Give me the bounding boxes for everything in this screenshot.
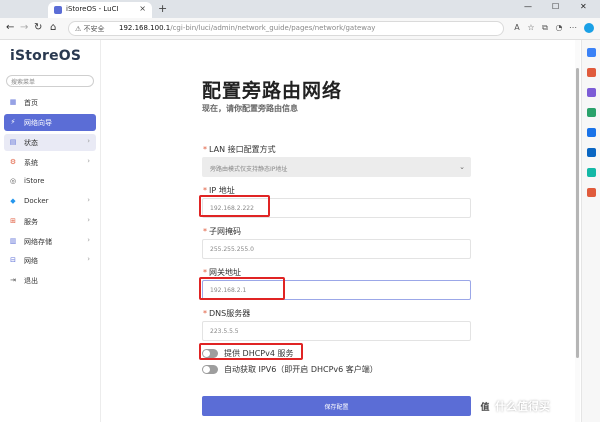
sidebar-item-label: 状态 [24,139,38,147]
sidebar: iStoreOS 搜索菜单 ▦ 首页 ⚡ 网络向导 ▤ 状态 › ⚙ 系统 › ◎ iStore ◆ Do… [0,40,101,422]
browser-toolbar: ← → ↻ ⌂ ⚠ 不安全 192.168.100.1/cgi-bin/luci… [0,18,600,40]
ipv6-toggle-label: 自动获取 IPV6（即开启 DHCPv6 客户端） [224,365,378,374]
drop-icon[interactable] [587,168,596,177]
sidebar-item-label: 退出 [24,277,38,285]
page-subtitle: 现在，请你配置旁路由信息 [202,104,298,113]
sidebar-item-label: 服务 [24,218,38,226]
sidebar-item[interactable]: ▦ 首页 [4,94,96,111]
favorites-icon[interactable]: ☆ [526,23,536,33]
sidebar-item-label: 网络存储 [24,238,52,246]
favicon-icon [54,6,62,14]
minimize-icon[interactable]: — [524,2,532,11]
dns-input[interactable]: 223.5.5.5 [202,321,471,341]
netmask-input[interactable]: 255.255.255.0 [202,239,471,259]
watermark: 值什么值得买 [478,398,550,415]
system-icon: ⚙ [9,158,17,166]
sidebar-item-label: Docker [24,197,49,205]
forward-icon[interactable]: → [20,22,28,33]
browser-tab-strip: iStoreOS - LuCI × + — ☐ ✕ [0,0,600,18]
new-tab-button[interactable]: + [158,2,167,15]
home-icon[interactable]: ⌂ [50,22,56,33]
field-label-lan-mode: * LAN 接口配置方式 [203,145,276,154]
sidebar-item-label: iStore [24,177,45,185]
copilot-icon[interactable] [584,23,594,33]
logout-icon: ⇥ [10,276,16,284]
watermark-logo-icon: 值 [478,401,492,415]
tab-title: iStoreOS - LuCI [66,5,119,13]
sidebar-search-input[interactable]: 搜索菜单 [6,75,94,87]
browser-tab[interactable]: iStoreOS - LuCI × [48,2,152,18]
docker-icon: ◆ [10,197,16,205]
sidebar-item[interactable]: ⊞ 服务 › [4,213,96,230]
tab-close-icon[interactable]: × [139,4,146,13]
chevron-right-icon: › [87,216,90,224]
sidebar-item[interactable]: ⇥ 退出 [4,272,96,289]
chevron-right-icon: › [87,196,90,204]
chevron-right-icon: › [87,137,90,145]
highlight-gateway-box [199,277,285,300]
office-icon[interactable] [587,128,596,137]
sidebar-item[interactable]: ◎ iStore [4,173,96,190]
tools-icon[interactable] [587,88,596,97]
read-aloud-icon[interactable]: A [512,23,522,33]
wizard-icon: ⚡ [10,118,16,126]
sidebar-item[interactable]: ◆ Docker › [4,193,96,210]
back-icon[interactable]: ← [6,22,14,33]
collections-icon[interactable]: ⧉ [540,23,550,33]
chevron-right-icon: › [87,236,90,244]
url-text[interactable]: 192.168.100.1/cgi-bin/luci/admin/network… [119,24,375,32]
chevron-right-icon: › [87,255,90,263]
profile-icon[interactable]: ◔ [554,23,564,33]
chevron-down-icon: ⌄ [459,163,465,171]
security-warning[interactable]: ⚠ 不安全 [75,24,105,34]
home-icon: ▦ [9,98,17,106]
search-icon[interactable] [587,48,596,57]
maximize-icon[interactable]: ☐ [552,2,559,11]
shopping-icon[interactable] [587,68,596,77]
scrollbar-thumb[interactable] [576,68,579,358]
highlight-ip-box [199,195,270,217]
highlight-dhcp-box [199,343,303,360]
reload-icon[interactable]: ↻ [34,22,42,33]
outlook-icon[interactable] [587,148,596,157]
sidebar-item[interactable]: ⚡ 网络向导 [4,114,96,131]
storage-icon: ▥ [9,237,17,245]
page-title: 配置旁路由网络 [202,80,343,102]
field-label-dns: * DNS服务器 [203,309,251,318]
address-bar[interactable]: ⚠ 不安全 192.168.100.1/cgi-bin/luci/admin/n… [68,21,504,36]
window-close-icon[interactable]: ✕ [580,2,587,11]
sidebar-item[interactable]: ⚙ 系统 › [4,154,96,171]
edge-sidebar [581,40,600,422]
games-icon[interactable] [587,108,596,117]
lan-mode-select[interactable]: 旁路由模式仅支持静态IP地址 ⌄ [202,157,471,177]
chevron-right-icon: › [87,157,90,165]
sidebar-item-label: 系统 [24,159,38,167]
network-icon: ⊟ [10,256,16,264]
status-icon: ▤ [9,138,17,146]
save-config-button[interactable]: 保存配置 [202,396,471,416]
sidebar-item-label: 网络向导 [24,119,52,127]
field-label-netmask: * 子网掩码 [203,227,241,236]
toggle-knob [203,366,210,373]
services-icon: ⊞ [10,217,16,225]
sidebar-item-label: 首页 [24,99,38,107]
istore-icon: ◎ [9,177,17,185]
sidebar-item-label: 网络 [24,257,38,265]
sidebar-item[interactable]: ▥ 网络存储 › [4,233,96,250]
ipv6-toggle[interactable] [202,365,218,374]
sidebar-item[interactable]: ⊟ 网络 › [4,252,96,269]
more-icon[interactable]: ⋯ [568,23,578,33]
logo: iStoreOS [10,48,82,64]
add-app-icon[interactable] [587,188,596,197]
page-scrollbar[interactable] [575,40,580,422]
sidebar-item[interactable]: ▤ 状态 › [4,134,96,151]
